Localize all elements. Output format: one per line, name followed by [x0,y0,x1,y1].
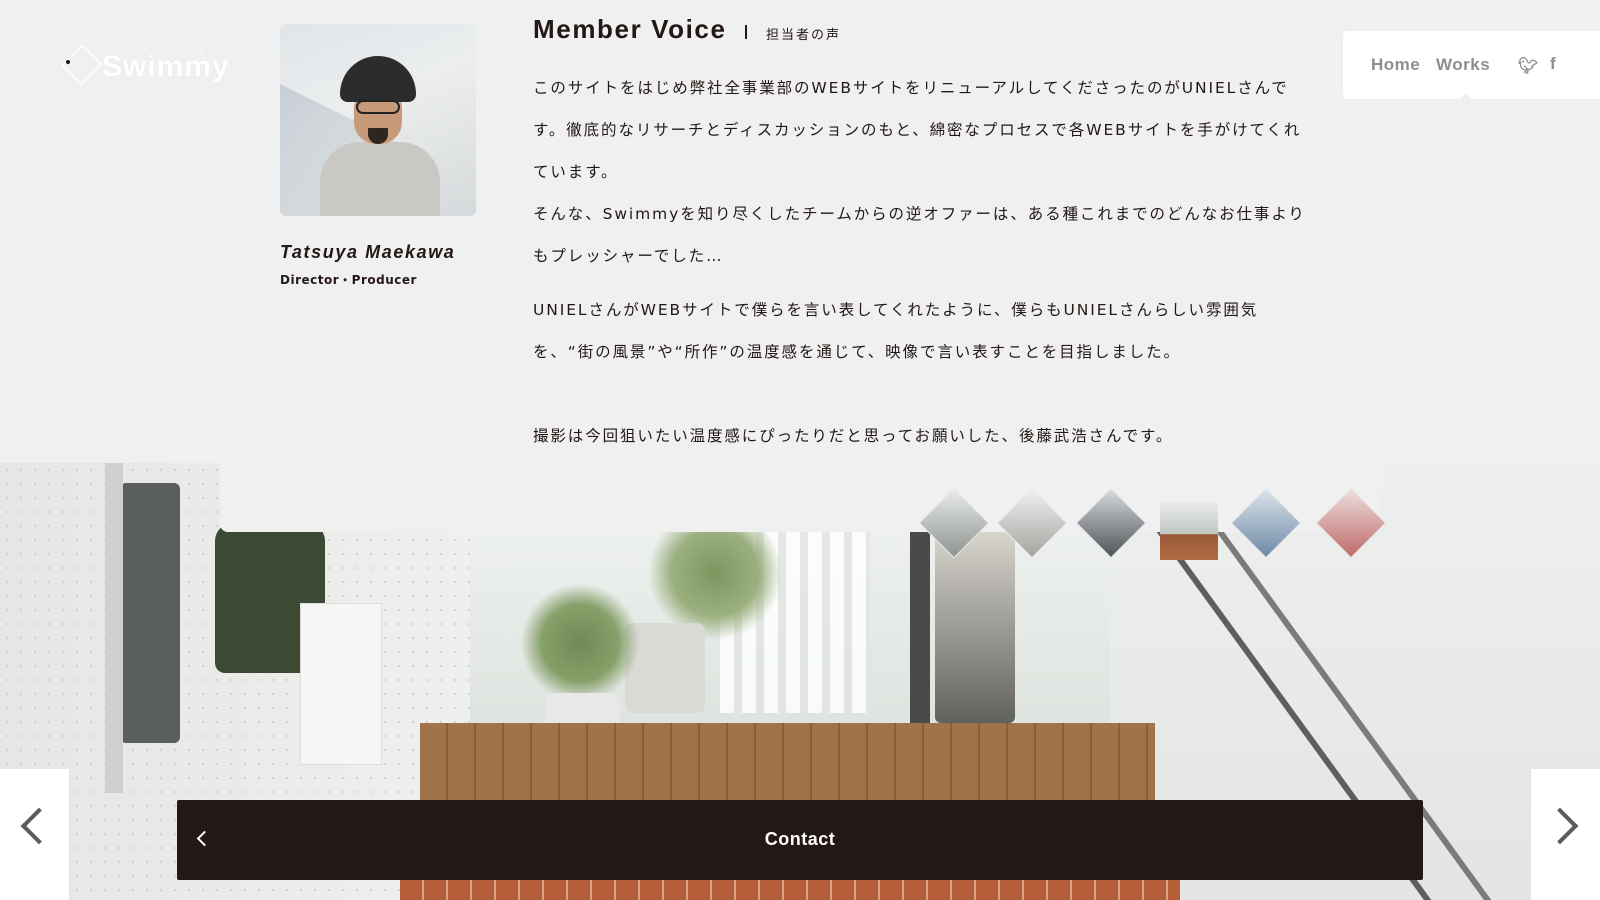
site-logo[interactable]: Creative Hub Swimmy [61,44,229,88]
title-divider [745,25,747,39]
logo-mark-icon [61,44,103,86]
section-subtitle: 担当者の声 [766,28,842,43]
bucket-hat [340,56,416,102]
thumbnail-4-active[interactable] [1160,502,1218,560]
twitter-icon[interactable]: 🐦︎ [1518,56,1539,76]
plant [520,583,640,703]
shelf-post [105,463,123,793]
chevron-left-icon [20,807,58,845]
voice-paragraph-4: 撮影は今回狙いたい温度感にぴったりだと思ってお願いした、後藤武浩さんです。 [533,427,1174,445]
active-indicator [1460,93,1472,99]
logo-text: Swimmy [102,50,230,83]
member-role: Director・Producer [280,273,417,287]
voice-paragraph-3: UNIELさんがWEBサイトで僕らを言い表してくれたように、僕らもUNIELさん… [533,301,1259,361]
chevron-right-icon [1541,807,1579,845]
next-button[interactable] [1531,769,1600,900]
voice-paragraph-1: このサイトをはじめ弊社全事業部のWEBサイトをリニューアルしてくださったのがUN… [533,79,1302,181]
shirt [320,142,440,216]
contact-label: Contact [764,829,836,849]
top-nav: Home Works 🐦︎ f [1343,31,1600,99]
logo-dot [66,60,70,64]
voice-paragraph-2: そんな、Swimmyを知り尽くしたチームからの逆オファーは、ある種これまでのどん… [533,205,1306,265]
member-name: Tatsuya Maekawa [280,242,456,262]
contact-button[interactable]: Contact [177,800,1423,880]
window-frame [910,523,930,733]
wooden-planter [420,723,1155,803]
avatar [280,24,476,216]
bag [120,483,180,743]
facebook-icon[interactable]: f [1550,54,1556,74]
tote-bag [300,603,382,765]
section-title: Member Voice [533,14,727,44]
nav-home-link[interactable]: Home [1371,55,1420,75]
prev-button[interactable] [0,769,69,900]
nav-works-link[interactable]: Works [1436,55,1490,75]
glasses [356,100,400,114]
